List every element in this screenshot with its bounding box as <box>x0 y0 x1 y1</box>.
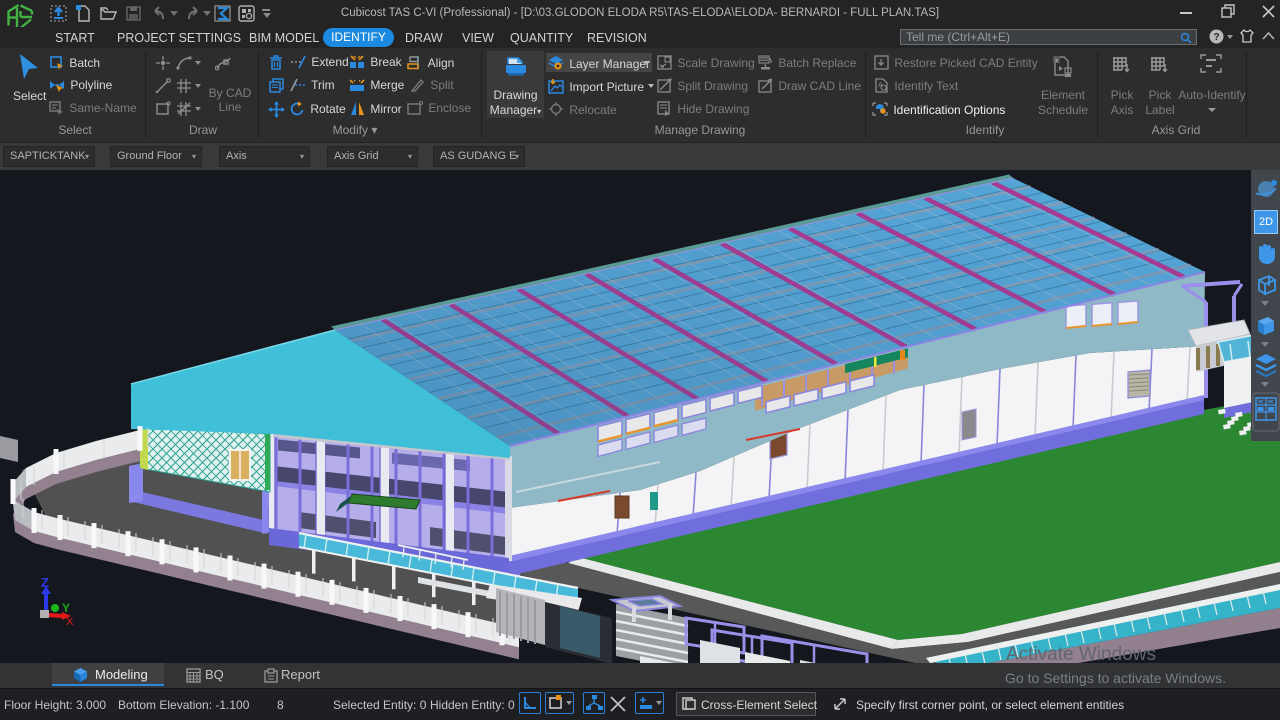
svg-text:x: x <box>1055 58 1059 65</box>
svg-text:?: ? <box>1213 32 1219 43</box>
svg-text:X: X <box>66 616 74 628</box>
